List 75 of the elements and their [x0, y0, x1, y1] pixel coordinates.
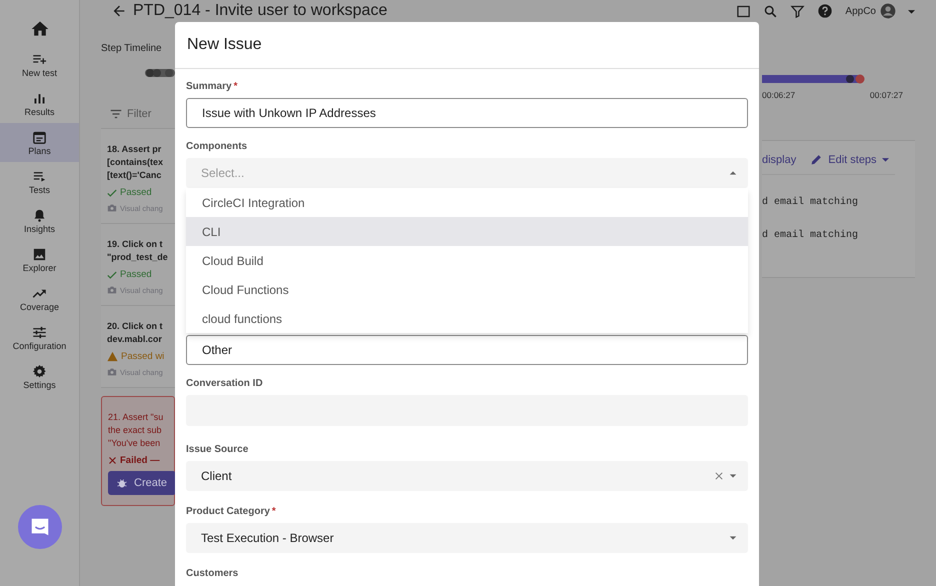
page-title: PTD_014 - Invite user to workspace	[133, 2, 388, 20]
back-arrow-icon[interactable]	[111, 3, 127, 19]
timeline-time: 00:07:27	[870, 90, 903, 100]
sidebar-item[interactable]: Coverage	[0, 279, 79, 318]
step-code: d email matching	[762, 230, 860, 241]
step-code: d email matching	[762, 197, 860, 208]
caret-icon	[729, 472, 737, 480]
timeline-track	[145, 68, 175, 78]
help-icon[interactable]	[817, 3, 834, 19]
image-icon	[32, 246, 47, 262]
timeline-label: Step Timeline	[101, 43, 163, 54]
filter-icon[interactable]	[790, 4, 806, 18]
step-description: 21. Assert "su the exact sub "You've been	[108, 411, 164, 450]
step-status: Passed wi	[121, 351, 164, 362]
timeline-time: 00:06:27	[762, 90, 796, 100]
sidebar-item[interactable]: Results	[0, 84, 79, 123]
field-label: Summary	[186, 81, 232, 92]
field-label: Customers	[186, 568, 238, 579]
filter-lines-icon	[109, 107, 123, 121]
text-field[interactable]: Other	[186, 335, 748, 365]
field-label: Conversation ID	[186, 378, 263, 389]
pencil-icon	[810, 153, 824, 166]
dropdown-option[interactable]: CLI	[186, 217, 748, 246]
camera-icon	[107, 203, 117, 213]
warning-icon	[107, 351, 118, 362]
sidebar-item[interactable]: Explorer	[0, 240, 79, 279]
step-description: 19. Click on t "prod_test_de	[107, 238, 169, 264]
field-label: Product Category	[186, 506, 270, 517]
chat-button[interactable]	[18, 505, 62, 549]
caret-icon	[729, 169, 737, 177]
step-status: Passed	[120, 187, 152, 198]
camera-icon	[107, 285, 117, 295]
search-icon[interactable]	[763, 4, 778, 18]
dropdown-option[interactable]: CircleCI Integration	[186, 188, 748, 217]
check-icon	[107, 270, 117, 280]
step-status: Failed —	[120, 455, 160, 466]
calendar-icon	[32, 130, 47, 144]
required-mark: *	[234, 81, 238, 92]
sidebar-item[interactable]: Configuration	[0, 318, 79, 357]
field-label: Components	[186, 141, 248, 152]
account-name[interactable]: AppCo	[845, 6, 876, 16]
dropdown-option[interactable]: Cloud Build	[186, 246, 748, 275]
clear-icon[interactable]	[715, 472, 723, 480]
field-label: Issue Source	[186, 444, 248, 455]
sliders-icon	[32, 324, 47, 340]
sidebar-item[interactable]: New test	[0, 45, 79, 84]
select-field[interactable]: Client	[186, 461, 748, 491]
bug-icon	[116, 477, 128, 489]
cross-icon	[108, 456, 117, 465]
sidebar-item[interactable]: Insights	[0, 201, 79, 240]
required-mark: *	[272, 506, 276, 517]
step-description: 18. Assert pr [contains(tex [text()='Canc	[107, 143, 164, 182]
step-description: 20. Click on t dev.mabl.cor	[107, 320, 164, 346]
display-link[interactable]: display	[762, 154, 796, 166]
sidebar-item[interactable]: Tests	[0, 162, 79, 201]
avatar-icon[interactable]	[880, 3, 896, 19]
select-field[interactable]: Test Execution - Browser	[186, 523, 748, 553]
caret-icon	[882, 156, 889, 163]
camera-icon	[107, 367, 117, 377]
dropdown-option[interactable]: cloud functions	[186, 304, 748, 333]
check-icon	[107, 188, 117, 198]
text-field[interactable]: Issue with Unkown IP Addresses	[186, 98, 748, 128]
window-icon[interactable]	[736, 4, 752, 18]
failed-step-card[interactable]: 21. Assert "su the exact sub "You've been Failed — Create	[101, 396, 175, 506]
sidebar-item[interactable]: Settings	[0, 357, 79, 396]
create-button[interactable]: Create	[108, 471, 176, 495]
caret-icon[interactable]	[908, 8, 915, 14]
dialog-title: New Issue	[187, 36, 262, 54]
edit-steps-button[interactable]: Edit steps	[810, 153, 889, 166]
step-status: Passed	[120, 269, 152, 280]
settings-icon	[32, 364, 47, 378]
sidebar-item[interactable]: Plans	[0, 123, 79, 162]
caret-icon	[729, 534, 737, 542]
bell-icon	[32, 208, 47, 222]
dropdown-option[interactable]: Cloud Functions	[186, 275, 748, 304]
